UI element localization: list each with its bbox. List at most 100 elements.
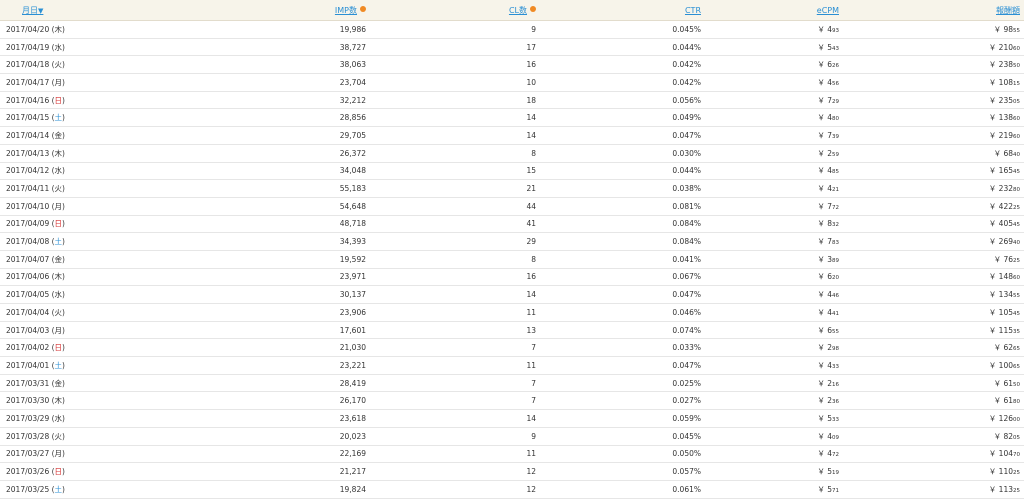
currency-symbol: ￥: [993, 396, 1002, 406]
cell-date: 2017/04/20 (木): [6, 24, 65, 34]
cell-date: 2017/03/25 (土): [6, 484, 65, 494]
ecpm-dec: 41: [832, 310, 839, 317]
currency-symbol: ￥: [817, 431, 825, 441]
cell-ecpm: ￥ 421: [705, 180, 843, 198]
table-row: 2017/04/19 (水) 38,727 17 0.044% ￥ 543 ￥ 21060: [0, 38, 1024, 56]
ecpm-dec: 93: [832, 27, 839, 34]
ecpm-dec: 89: [832, 257, 839, 264]
revenue-int: 405: [998, 219, 1013, 229]
cell-date: 2017/04/07 (金): [6, 254, 65, 264]
sort-imp-link[interactable]: IMP数: [335, 6, 357, 15]
cell-ecpm: ￥ 298: [705, 339, 843, 357]
table-row: 2017/04/12 (水) 34,048 15 0.044% ￥ 485 ￥ 16545: [0, 162, 1024, 180]
cell-ctr: 0.059%: [672, 413, 701, 423]
revenue-dec: 40: [1013, 240, 1020, 247]
revenue-int: 219: [998, 130, 1013, 140]
sort-date-link[interactable]: 月日▼: [22, 6, 43, 15]
table-row: 2017/04/01 (土) 23,221 11 0.047% ￥ 433 ￥ 10065: [0, 357, 1024, 375]
day-of-week: 水: [54, 413, 63, 423]
currency-symbol: ￥: [817, 201, 825, 211]
revenue-dec: 25: [1013, 470, 1020, 477]
date-value: 2017/04/01: [6, 360, 50, 370]
date-value: 2017/03/30: [6, 396, 50, 406]
cell-imp: 23,971: [339, 272, 366, 282]
ecpm-dec: 98: [832, 346, 839, 353]
revenue-int: 235: [998, 95, 1013, 105]
date-value: 2017/04/04: [6, 307, 50, 317]
cell-date: 2017/04/04 (火): [6, 307, 65, 317]
cell-ctr: 0.042%: [672, 77, 701, 87]
day-of-week: 月: [54, 77, 63, 87]
table-row: 2017/04/06 (木) 23,971 16 0.067% ￥ 620 ￥ 14860: [0, 268, 1024, 286]
revenue-dec: 25: [1013, 487, 1020, 494]
cell-date: 2017/04/12 (水): [6, 166, 65, 176]
date-value: 2017/04/12: [6, 166, 50, 176]
cell-revenue: ￥ 12600: [843, 410, 1024, 428]
cell-ecpm: ￥ 626: [705, 56, 843, 74]
cell-date: 2017/04/02 (日): [6, 343, 65, 353]
revenue-dec: 55: [1013, 27, 1020, 34]
report-table-container: 月日▼ IMP数 CL数 CTR eCPM 報酬額 2017/04/20 (木)…: [0, 0, 1024, 500]
sort-ecpm-link[interactable]: eCPM: [817, 6, 839, 15]
sort-revenue-link[interactable]: 報酬額: [996, 6, 1020, 15]
cell-revenue: ￥ 26940: [843, 233, 1024, 251]
cell-imp: 23,221: [339, 360, 366, 370]
cell-ecpm: ￥ 472: [705, 445, 843, 463]
currency-symbol: ￥: [817, 237, 825, 247]
cell-ecpm: ￥ 832: [705, 215, 843, 233]
header-row: 月日▼ IMP数 CL数 CTR eCPM 報酬額: [0, 0, 1024, 21]
cell-ctr: 0.047%: [672, 360, 701, 370]
revenue-dec: 60: [1013, 116, 1020, 123]
date-value: 2017/03/25: [6, 484, 50, 494]
table-row: 2017/04/11 (火) 55,183 21 0.038% ￥ 421 ￥ 23280: [0, 180, 1024, 198]
cell-ecpm: ￥ 441: [705, 304, 843, 322]
cell-imp: 21,030: [339, 343, 366, 353]
cell-imp: 38,727: [339, 42, 366, 52]
imp-help-icon[interactable]: [360, 6, 366, 12]
cell-imp: 19,592: [339, 254, 366, 264]
ecpm-dec: 33: [832, 416, 839, 423]
currency-symbol: ￥: [817, 113, 825, 123]
currency-symbol: ￥: [817, 467, 825, 477]
cell-click: 13: [526, 325, 536, 335]
cell-imp: 23,618: [339, 413, 366, 423]
currency-symbol: ￥: [988, 325, 997, 335]
cell-date: 2017/03/30 (木): [6, 396, 65, 406]
currency-symbol: ￥: [988, 77, 997, 87]
cell-ctr: 0.081%: [672, 201, 701, 211]
cell-ctr: 0.042%: [672, 60, 701, 70]
date-value: 2017/03/27: [6, 449, 50, 459]
cell-imp: 55,183: [339, 184, 366, 194]
date-value: 2017/04/19: [6, 42, 50, 52]
day-of-week: 水: [54, 166, 63, 176]
click-help-icon[interactable]: [530, 6, 536, 12]
cell-imp: 29,705: [339, 130, 366, 140]
cell-ctr: 0.038%: [672, 184, 701, 194]
sort-ctr-link[interactable]: CTR: [685, 6, 701, 15]
revenue-dec: 25: [1013, 204, 1020, 211]
revenue-dec: 00: [1013, 416, 1020, 423]
cell-revenue: ￥ 23280: [843, 180, 1024, 198]
sort-click-link[interactable]: CL数: [509, 6, 527, 15]
revenue-dec: 45: [1013, 310, 1020, 317]
cell-ecpm: ￥ 456: [705, 74, 843, 92]
table-row: 2017/04/13 (木) 26,372 8 0.030% ￥ 259 ￥ 6840: [0, 144, 1024, 162]
currency-symbol: ￥: [988, 467, 997, 477]
revenue-int: 110: [998, 467, 1013, 477]
cell-revenue: ￥ 9855: [843, 21, 1024, 39]
cell-ecpm: ￥ 739: [705, 127, 843, 145]
ecpm-dec: 29: [832, 98, 839, 105]
day-of-week: 木: [54, 272, 63, 282]
cell-date: 2017/04/17 (月): [6, 77, 65, 87]
cell-imp: 38,063: [339, 60, 366, 70]
currency-symbol: ￥: [817, 24, 825, 34]
cell-ecpm: ￥ 480: [705, 109, 843, 127]
cell-imp: 23,906: [339, 307, 366, 317]
table-row: 2017/04/14 (金) 29,705 14 0.047% ￥ 739 ￥ 21960: [0, 127, 1024, 145]
ecpm-dec: 71: [832, 487, 839, 494]
day-of-week: 土: [54, 360, 63, 370]
revenue-int: 165: [998, 166, 1013, 176]
ecpm-dec: 43: [832, 45, 839, 52]
day-of-week: 水: [54, 42, 63, 52]
cell-date: 2017/04/09 (日): [6, 219, 65, 229]
